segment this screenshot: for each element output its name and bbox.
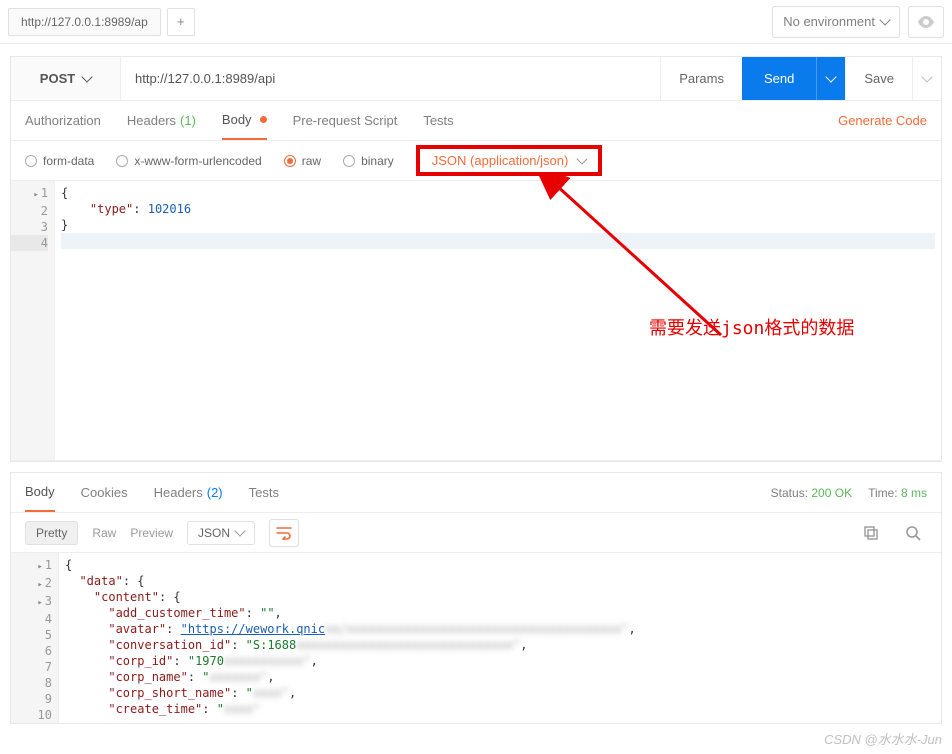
unsaved-dot-icon [260, 116, 267, 123]
view-preview-button[interactable]: Preview [130, 526, 173, 540]
content-type-select[interactable]: JSON (application/json) [416, 145, 603, 176]
response-time: 8 ms [901, 486, 927, 500]
resp-tab-body[interactable]: Body [25, 473, 55, 512]
save-menu-button[interactable] [912, 57, 941, 100]
new-tab-button[interactable]: + [167, 8, 195, 36]
watermark: CSDN @水水水-Jun [824, 729, 942, 748]
view-pretty-button[interactable]: Pretty [25, 521, 78, 545]
send-button[interactable]: Send [742, 57, 816, 100]
tab-tests[interactable]: Tests [423, 101, 453, 140]
params-button[interactable]: Params [660, 57, 742, 100]
search-response-button[interactable] [899, 519, 927, 547]
resp-headers-count: (2) [207, 485, 223, 500]
code-area[interactable]: { "type": 102016 } [55, 181, 941, 460]
radio-icon [116, 155, 128, 167]
request-body-editor[interactable]: 1234 { "type": 102016 } 需要发送json格式的数据 [11, 181, 941, 461]
tab-authorization[interactable]: Authorization [25, 101, 101, 140]
copy-response-button[interactable] [857, 519, 885, 547]
response-body-viewer[interactable]: 12345678910 { "data": { "content": { "ad… [11, 553, 941, 723]
chevron-down-icon [826, 71, 837, 82]
headers-count: (1) [180, 113, 196, 128]
view-raw-button[interactable]: Raw [92, 526, 116, 540]
http-method-label: POST [40, 71, 75, 86]
radio-binary[interactable]: binary [343, 154, 394, 168]
send-menu-button[interactable] [816, 57, 845, 100]
request-tab-title: http://127.0.0.1:8989/ap [21, 15, 148, 29]
resp-tab-cookies[interactable]: Cookies [81, 473, 128, 512]
line-gutter: 12345678910 [11, 553, 59, 723]
resp-tab-headers[interactable]: Headers (2) [154, 473, 223, 512]
radio-formdata[interactable]: form-data [25, 154, 94, 168]
response-format-select[interactable]: JSON [187, 521, 255, 545]
radio-icon [25, 155, 37, 167]
tab-body[interactable]: Body [222, 101, 267, 140]
environment-quicklook-button[interactable] [908, 6, 944, 38]
request-tab[interactable]: http://127.0.0.1:8989/ap [8, 8, 161, 36]
request-panel: POST Params Send Save Authorization Head… [10, 56, 942, 462]
chevron-down-icon [921, 71, 932, 82]
response-panel: Body Cookies Headers (2) Tests Status: 2… [10, 472, 942, 724]
code-area: { "data": { "content": { "add_customer_t… [59, 553, 941, 723]
line-gutter: 1234 [11, 181, 55, 460]
url-input[interactable] [121, 57, 660, 100]
environment-select[interactable]: No environment [772, 6, 900, 38]
save-button[interactable]: Save [845, 57, 912, 100]
tab-headers[interactable]: Headers (1) [127, 101, 196, 140]
environment-label: No environment [783, 14, 875, 29]
copy-icon [863, 525, 879, 541]
http-method-select[interactable]: POST [11, 57, 121, 100]
resp-tab-tests[interactable]: Tests [249, 473, 279, 512]
search-icon [905, 525, 921, 541]
generate-code-link[interactable]: Generate Code [838, 113, 927, 128]
tab-prerequest[interactable]: Pre-request Script [293, 101, 398, 140]
chevron-down-icon [879, 14, 890, 25]
chevron-down-icon [82, 71, 93, 82]
radio-raw[interactable]: raw [284, 154, 321, 168]
radio-icon [284, 155, 296, 167]
chevron-down-icon [234, 525, 245, 536]
chevron-down-icon [577, 153, 588, 164]
wrap-icon [276, 526, 292, 540]
eye-icon [917, 16, 935, 28]
radio-urlencoded[interactable]: x-www-form-urlencoded [116, 154, 261, 168]
status-code: 200 OK [811, 486, 852, 500]
wrap-lines-button[interactable] [269, 519, 299, 547]
radio-icon [343, 155, 355, 167]
